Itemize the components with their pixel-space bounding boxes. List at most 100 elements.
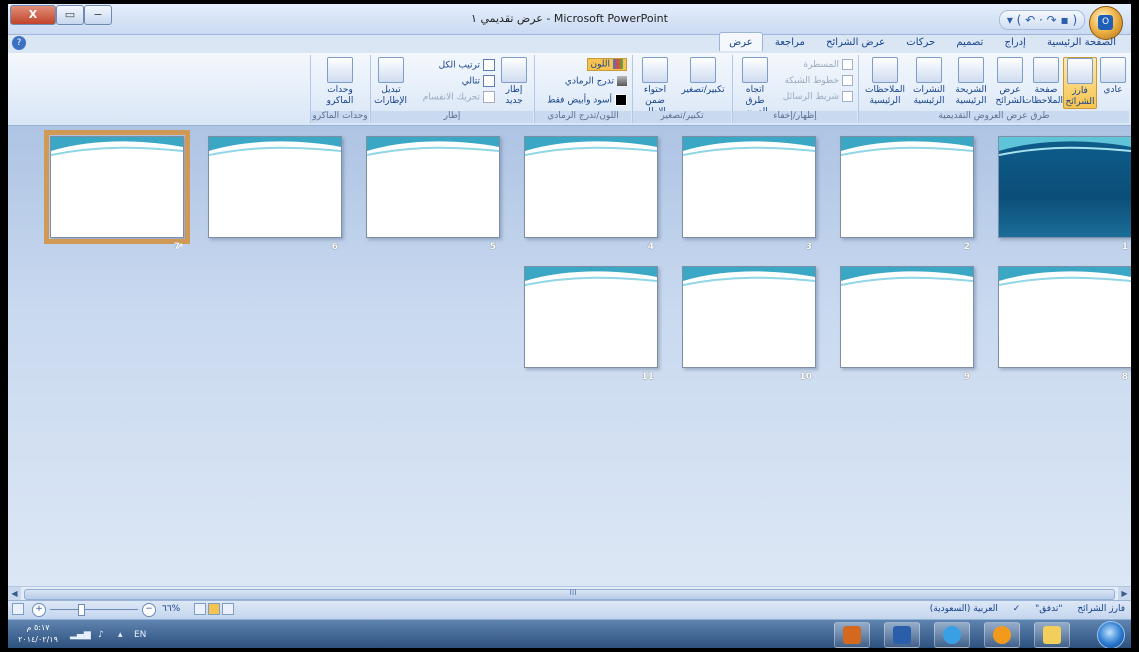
grayscale-button[interactable]: تدرج الرمادي xyxy=(565,76,627,87)
start-button[interactable] xyxy=(1097,621,1125,648)
slide-thumbnail[interactable] xyxy=(208,136,342,238)
tab-animations[interactable]: حركات xyxy=(897,33,944,51)
group-window: إطار جديد ترتيب الكل تتالي تحريك الانقسا… xyxy=(370,55,533,123)
zoom-button[interactable]: تكبير/تصغير xyxy=(679,57,727,96)
zoom-slider[interactable] xyxy=(50,609,138,610)
handout-master-button[interactable]: النشرات الرئيسية xyxy=(909,57,949,107)
slideshow-view-icon[interactable] xyxy=(194,603,206,615)
group-label: تكبير/تصغير xyxy=(633,111,731,123)
transition-icon[interactable]: ↗ xyxy=(176,242,184,252)
volume-icon[interactable]: ♪ xyxy=(98,630,104,640)
messagebar-checkbox[interactable]: شريط الرسائل xyxy=(783,91,853,102)
cascade-button[interactable]: تتالي xyxy=(462,75,495,87)
arrange-all-icon xyxy=(483,59,495,71)
ruler-checkbox[interactable]: المسطرة xyxy=(803,59,853,70)
sorter-view-icon[interactable] xyxy=(208,603,220,615)
group-zoom: تكبير/تصغير احتواء ضمن الإطار تكبير/تصغي… xyxy=(632,55,731,123)
slide-thumbnail[interactable] xyxy=(998,136,1131,238)
slide-thumbnail[interactable] xyxy=(682,266,816,368)
group-label: إظهار/إخفاء xyxy=(733,111,857,123)
slide-thumbnail-selected[interactable] xyxy=(44,130,190,244)
scroll-thumb[interactable]: III xyxy=(24,588,1115,600)
slide-thumbnail[interactable] xyxy=(524,136,658,238)
taskbar-explorer[interactable] xyxy=(1034,622,1070,648)
tab-slideshow[interactable]: عرض الشرائح xyxy=(817,33,894,51)
status-theme-label: "تدفق" xyxy=(1035,604,1063,614)
slide-number: 3 xyxy=(805,242,812,252)
horizontal-scrollbar[interactable]: ◀ III ▶ xyxy=(8,586,1131,600)
group-macros: وحدات الماكرو وحدات الماكرو xyxy=(310,55,369,123)
zoom-out-button[interactable]: − xyxy=(142,603,156,617)
color-button[interactable]: اللون xyxy=(586,58,627,71)
group-show-hide: المسطرة خطوط الشبكة شريط الرسائل اتجاه ط… xyxy=(732,55,857,123)
notes-page-icon xyxy=(1033,57,1059,83)
network-icon[interactable]: ▂▄▆ xyxy=(70,630,91,640)
notes-master-icon xyxy=(872,57,898,83)
arrange-all-button[interactable]: ترتيب الكل xyxy=(439,59,495,71)
slide-number: 11 xyxy=(641,372,654,382)
quick-access-toolbar[interactable]: ▾ ( ↶ · ↷ ▪ ) xyxy=(999,10,1085,30)
slide-thumbnail[interactable] xyxy=(682,136,816,238)
slide-master-icon xyxy=(958,57,984,83)
slide-number: 10 xyxy=(799,372,812,382)
slide-sorter-icon xyxy=(1067,58,1093,84)
switch-windows-button[interactable]: تبديل الإطارات xyxy=(374,57,407,107)
tab-insert[interactable]: إدراج xyxy=(996,33,1035,51)
tab-design[interactable]: تصميم xyxy=(947,33,992,51)
tab-review[interactable]: مراجعة xyxy=(766,33,814,51)
status-info: فارز الشرائح "تدفق" ✓ العربية (السعودية) xyxy=(918,604,1125,614)
language-indicator[interactable]: EN xyxy=(134,630,146,640)
scroll-right-icon[interactable]: ▶ xyxy=(1118,587,1131,600)
zoom-percent[interactable]: ٦٦% xyxy=(162,604,180,614)
slide-thumbnail[interactable] xyxy=(366,136,500,238)
ribbon-tabs: الصفحة الرئيسية إدراج تصميم حركات عرض ال… xyxy=(8,32,1131,54)
scroll-left-icon[interactable]: ◀ xyxy=(8,587,21,600)
tray-arrow-icon[interactable]: ▴ xyxy=(118,630,123,640)
zoom-in-button[interactable]: + xyxy=(32,603,46,617)
tab-home[interactable]: الصفحة الرئيسية xyxy=(1038,33,1125,51)
zoom-slider-knob[interactable] xyxy=(78,604,85,616)
slide-sorter-button[interactable]: فارز الشرائح xyxy=(1063,57,1097,109)
tab-view[interactable]: عرض xyxy=(719,32,763,51)
slide-thumbnail[interactable] xyxy=(524,266,658,368)
slide-thumbnail[interactable] xyxy=(840,266,974,368)
macros-button[interactable]: وحدات الماكرو xyxy=(321,57,359,107)
spell-check-icon[interactable]: ✓ xyxy=(1013,604,1021,614)
gridlines-checkbox[interactable]: خطوط الشبكة xyxy=(784,75,853,86)
fit-to-window-button[interactable]: احتواء ضمن الإطار xyxy=(635,57,675,118)
slide-number: 2 xyxy=(963,242,970,252)
new-window-button[interactable]: إطار جديد xyxy=(499,57,529,107)
windows-taskbar: ٥:١٧ م ٢٠١٤/٠٢/١٩ ▂▄▆ ♪ ▴ EN xyxy=(8,619,1131,648)
taskbar-word[interactable] xyxy=(884,622,920,648)
taskbar-media-player[interactable] xyxy=(984,622,1020,648)
powerpoint-app-icon xyxy=(843,626,861,644)
slide-show-button[interactable]: عرض الشرائح xyxy=(993,57,1027,107)
taskbar-powerpoint[interactable] xyxy=(834,622,870,648)
status-language[interactable]: العربية (السعودية) xyxy=(930,604,998,614)
move-split-button[interactable]: تحريك الانقسام xyxy=(423,91,495,103)
fit-slide-icon[interactable] xyxy=(12,603,24,615)
group-label: وحدات الماكرو xyxy=(311,111,369,123)
taskbar-clock[interactable]: ٥:١٧ م ٢٠١٤/٠٢/١٩ xyxy=(14,622,62,646)
slide-number: 5 xyxy=(489,242,496,252)
normal-view-icon[interactable] xyxy=(222,603,234,615)
group-label: طرق عرض العروض التقديمية xyxy=(859,111,1129,123)
notes-master-button[interactable]: الملاحظات الرئيسية xyxy=(863,57,907,107)
new-window-icon xyxy=(501,57,527,83)
normal-view-icon xyxy=(1100,57,1126,83)
view-direction-button[interactable]: اتجاه طرق العرض xyxy=(737,57,773,118)
slide-thumbnail[interactable] xyxy=(998,266,1131,368)
title-bar: X ▭ − Microsoft PowerPoint - عرض تقديمي … xyxy=(8,4,1131,40)
slide-number: 8 xyxy=(1121,372,1128,382)
handout-master-icon xyxy=(916,57,942,83)
slide-master-button[interactable]: الشريحة الرئيسية xyxy=(951,57,991,107)
slide-number: 1 xyxy=(1121,242,1128,252)
taskbar-ie[interactable] xyxy=(934,622,970,648)
clock-date: ٢٠١٤/٠٢/١٩ xyxy=(18,635,58,644)
slide-thumbnail[interactable] xyxy=(840,136,974,238)
notes-page-button[interactable]: صفحة الملاحظات xyxy=(1023,57,1063,107)
normal-view-button[interactable]: عادي xyxy=(1099,57,1127,96)
powerpoint-window: X ▭ − Microsoft PowerPoint - عرض تقديمي … xyxy=(8,4,1131,648)
slide-show-icon xyxy=(997,57,1023,83)
black-white-button[interactable]: أسود وأبيض فقط xyxy=(547,94,627,106)
